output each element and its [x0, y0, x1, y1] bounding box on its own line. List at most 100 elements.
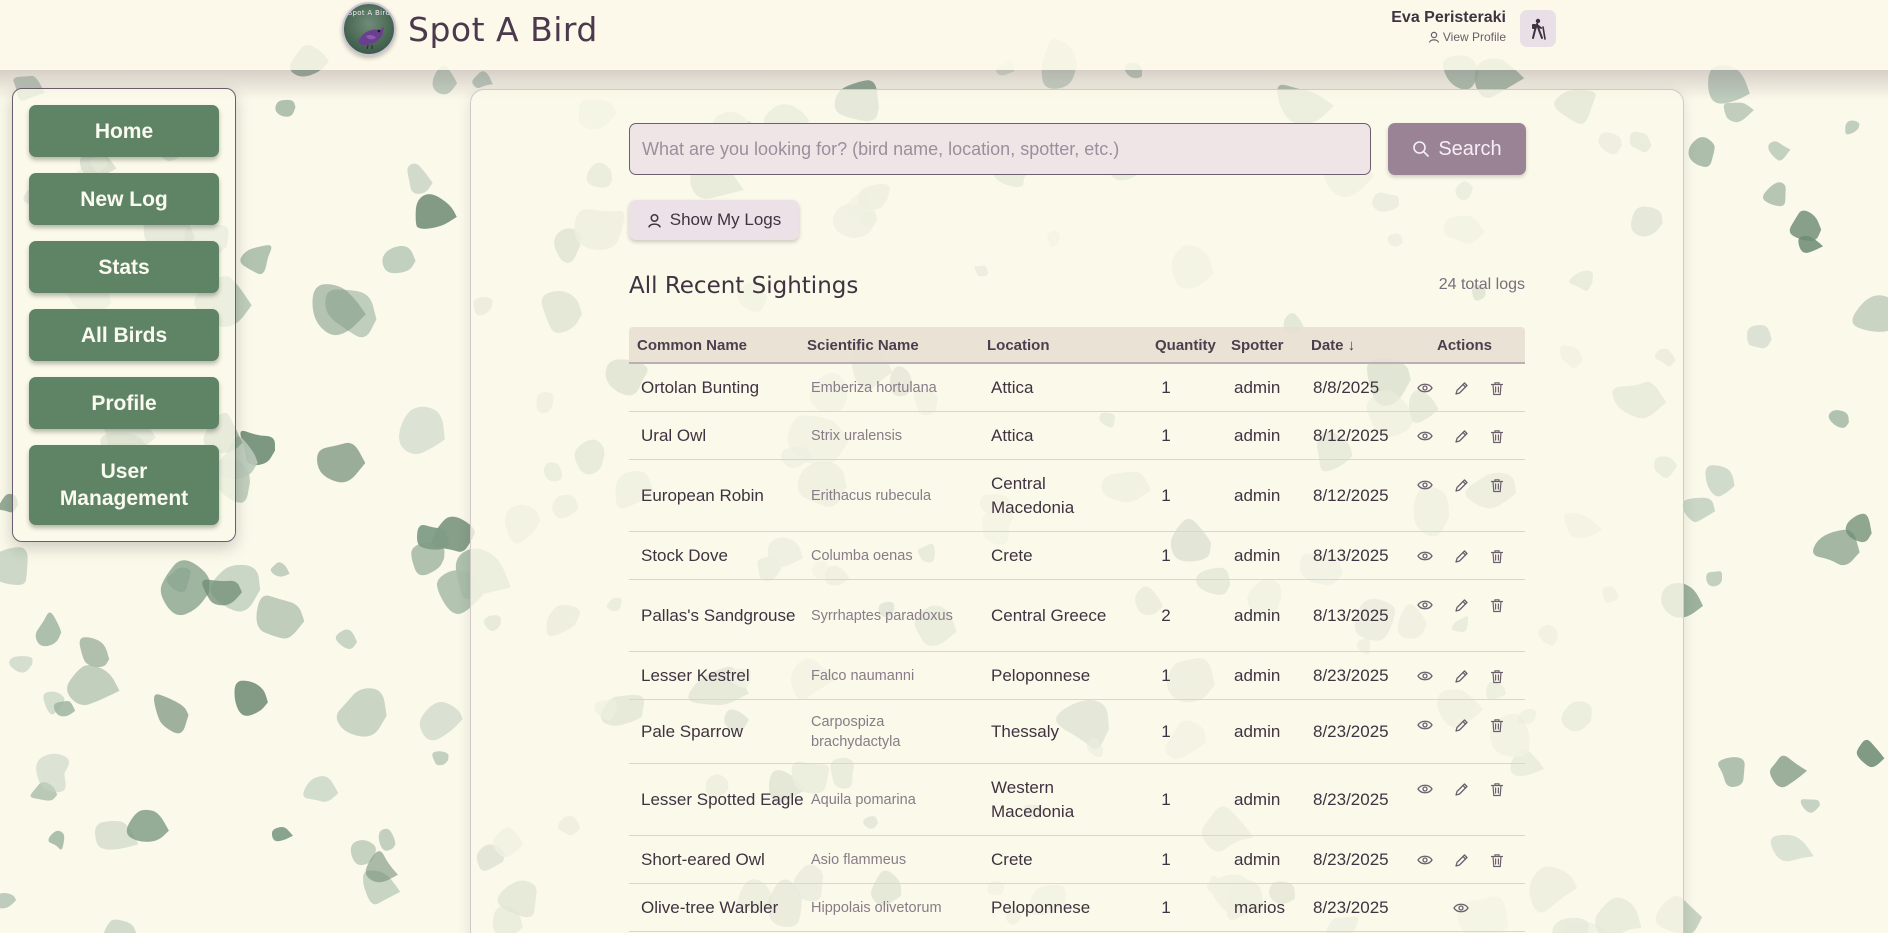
sidebar-item-home[interactable]: Home — [29, 105, 219, 157]
background-blob — [1828, 410, 1849, 428]
table-row[interactable]: Stock Dove Columba oenas Crete 1 admin 8/13/2… — [629, 532, 1525, 580]
table-row[interactable]: Ural Owl Strix uralensis Attica 1 admin 8/12/… — [629, 412, 1525, 460]
background-blob — [378, 828, 396, 851]
cell-scientific-name: Carpospiza brachydactyla — [811, 713, 901, 750]
view-eye-icon[interactable] — [1414, 594, 1436, 616]
user-icon — [1428, 31, 1439, 43]
background-blob — [48, 830, 65, 850]
edit-pencil-icon[interactable] — [1450, 849, 1472, 871]
header-common-name[interactable]: Common Name — [637, 337, 747, 354]
delete-trash-icon[interactable] — [1486, 594, 1508, 616]
table-row[interactable]: Lesser Kestrel Falco naumanni Peloponnese 1… — [629, 652, 1525, 700]
row-actions — [1414, 764, 1514, 835]
header-location[interactable]: Location — [987, 337, 1050, 354]
table-row[interactable]: Pallas's Sandgrouse Syrrhaptes paradoxus C… — [629, 580, 1525, 652]
view-eye-icon[interactable] — [1414, 474, 1436, 496]
edit-pencil-icon[interactable] — [1450, 377, 1472, 399]
background-blob — [35, 612, 62, 647]
hiker-avatar-button[interactable] — [1520, 10, 1556, 47]
delete-trash-icon[interactable] — [1486, 425, 1508, 447]
cell-date: 8/23/2025 — [1313, 721, 1389, 741]
brand[interactable]: Spot A Bird Spot A Bird — [342, 2, 598, 56]
header-quantity[interactable]: Quantity — [1155, 337, 1216, 354]
background-blob — [1770, 834, 1814, 862]
header-date[interactable]: Date ↓ — [1311, 337, 1355, 354]
table-row[interactable]: European Robin Erithacus rubecula Central … — [629, 460, 1525, 532]
user-icon — [647, 213, 661, 228]
delete-trash-icon[interactable] — [1486, 778, 1508, 800]
table-row[interactable]: Pale Sparrow Carpospiza brachydactyla Thes… — [629, 700, 1525, 764]
background-blob — [407, 163, 433, 194]
background-blob — [0, 547, 28, 585]
background-blob — [1718, 757, 1745, 788]
row-actions — [1414, 364, 1514, 411]
background-blob — [1681, 497, 1716, 523]
cell-common-name: Short-eared Owl — [641, 849, 765, 869]
cell-scientific-name: Emberiza hortulana — [811, 379, 937, 396]
sidebar-nav: Home New Log Stats All Birds Profile Use… — [12, 88, 236, 542]
view-eye-icon[interactable] — [1450, 897, 1472, 919]
cell-spotter: admin — [1234, 485, 1281, 505]
cell-date: 8/23/2025 — [1313, 897, 1389, 917]
cell-location: Central Greece — [991, 605, 1107, 625]
view-eye-icon[interactable] — [1414, 778, 1436, 800]
edit-pencil-icon[interactable] — [1450, 665, 1472, 687]
table-row[interactable]: Ortolan Bunting Emberiza hortulana Attica 1… — [629, 364, 1525, 412]
delete-trash-icon[interactable] — [1486, 714, 1508, 736]
sidebar-item-all-birds[interactable]: All Birds — [29, 309, 219, 361]
view-eye-icon[interactable] — [1414, 665, 1436, 687]
delete-trash-icon[interactable] — [1486, 474, 1508, 496]
table-row[interactable]: Short-eared Owl Asio flammeus Crete 1 admin 8… — [629, 836, 1525, 884]
cell-location: Peloponnese — [991, 665, 1091, 685]
cell-quantity: 1 — [1161, 545, 1171, 565]
cell-spotter: admin — [1234, 425, 1281, 445]
view-profile-link[interactable]: View Profile — [1428, 30, 1506, 44]
brand-name: Spot A Bird — [408, 9, 598, 49]
view-profile-label: View Profile — [1442, 30, 1506, 44]
edit-pencil-icon[interactable] — [1450, 474, 1472, 496]
view-eye-icon[interactable] — [1414, 714, 1436, 736]
background-blob — [419, 701, 463, 741]
sidebar-item-user-management[interactable]: User Management — [29, 445, 219, 525]
delete-trash-icon[interactable] — [1486, 545, 1508, 567]
row-actions — [1414, 460, 1514, 531]
cell-common-name: Lesser Kestrel — [641, 665, 750, 685]
edit-pencil-icon[interactable] — [1450, 594, 1472, 616]
header-spotter[interactable]: Spotter — [1231, 337, 1284, 354]
background-blob — [53, 700, 76, 717]
delete-trash-icon[interactable] — [1486, 377, 1508, 399]
cell-quantity: 1 — [1161, 665, 1171, 685]
edit-pencil-icon[interactable] — [1450, 714, 1472, 736]
cell-spotter: admin — [1234, 545, 1281, 565]
delete-trash-icon[interactable] — [1486, 665, 1508, 687]
delete-trash-icon[interactable] — [1486, 849, 1508, 871]
sidebar-item-new-log[interactable]: New Log — [29, 173, 219, 225]
cell-location: Peloponnese — [991, 897, 1091, 917]
search-button[interactable]: Search — [1388, 123, 1526, 175]
view-eye-icon[interactable] — [1414, 425, 1436, 447]
edit-pencil-icon[interactable] — [1450, 425, 1472, 447]
show-my-logs-button[interactable]: Show My Logs — [629, 200, 799, 240]
background-blob — [126, 809, 169, 842]
cell-quantity: 1 — [1161, 849, 1171, 869]
edit-pencil-icon[interactable] — [1450, 778, 1472, 800]
top-header: Spot A Bird Spot A Bird Eva Peristeraki … — [0, 0, 1888, 70]
background-blob — [432, 751, 449, 766]
view-eye-icon[interactable] — [1414, 377, 1436, 399]
header-scientific-name[interactable]: Scientific Name — [807, 337, 919, 354]
search-button-label: Search — [1438, 137, 1502, 160]
sidebar-item-stats[interactable]: Stats — [29, 241, 219, 293]
cell-location: Attica — [991, 425, 1034, 445]
search-input[interactable] — [629, 123, 1371, 175]
background-blob — [154, 694, 189, 734]
table-row[interactable]: Olive-tree Warbler Hippolais olivetorum Pe… — [629, 884, 1525, 932]
edit-pencil-icon[interactable] — [1450, 545, 1472, 567]
sidebar-item-profile[interactable]: Profile — [29, 377, 219, 429]
view-eye-icon[interactable] — [1414, 545, 1436, 567]
search-icon — [1413, 141, 1430, 157]
background-blob — [1723, 102, 1754, 123]
table-row[interactable]: Lesser Spotted Eagle Aquila pomarina Weste… — [629, 764, 1525, 836]
view-eye-icon[interactable] — [1414, 849, 1436, 871]
background-blob — [275, 99, 296, 117]
cell-quantity: 1 — [1161, 377, 1171, 397]
